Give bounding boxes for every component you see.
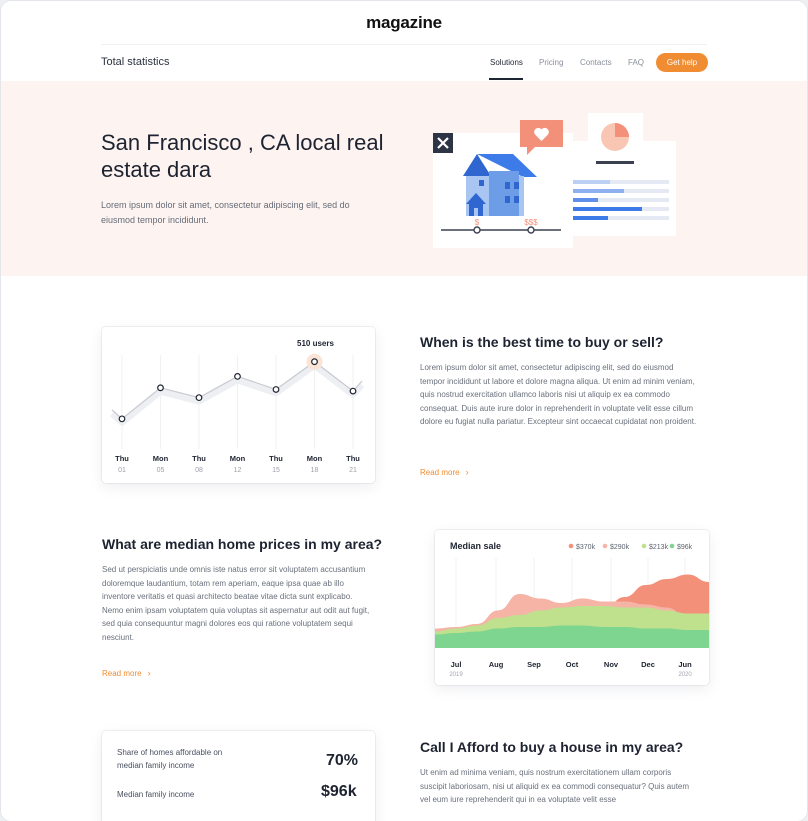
hero-title: San Francisco , CA local real estate dar… (101, 130, 384, 182)
buy-sell-read-more-link[interactable]: Read more › (420, 467, 469, 477)
data-point[interactable] (349, 387, 357, 395)
x-tick-day: Thu (269, 454, 283, 463)
chevron-right-icon: › (147, 668, 151, 678)
data-point[interactable] (234, 373, 241, 380)
x-tick-month: Sep (527, 660, 541, 669)
nav-link-faq[interactable]: FAQ (628, 58, 644, 67)
stat-label-affordable-share: Share of homes affordable on median fami… (117, 748, 223, 770)
x-tick-day: Thu (346, 454, 360, 463)
nav-page-title: Total statistics (101, 56, 170, 68)
x-tick-date: 21 (349, 467, 357, 474)
x-tick-day: Mon (307, 454, 323, 463)
legend-swatch (568, 543, 574, 549)
brand-logo[interactable]: magazine (1, 13, 807, 33)
x-tick-day: Thu (115, 454, 129, 463)
price-slider-handle-low (473, 226, 481, 234)
legend-swatch (602, 543, 608, 549)
legend-label: $213k (649, 544, 669, 551)
x-tick-day: Mon (230, 454, 246, 463)
x-tick-date: 01 (118, 467, 126, 474)
x-tick-date: 18 (311, 467, 319, 474)
section-afford-title: Call I Afford to buy a house in my area? (420, 739, 684, 755)
nav-link-pricing[interactable]: Pricing (539, 58, 563, 67)
nav-link-contacts[interactable]: Contacts (580, 58, 612, 67)
x-tick-date: 15 (272, 467, 280, 474)
x-tick-date: 08 (195, 467, 203, 474)
section-buy-sell-body: Lorem ipsum dolor sit amet, consectetur … (420, 363, 697, 427)
page: magazine Total statistics Solutions Pric… (1, 1, 807, 821)
read-more-label: Read more (420, 468, 460, 477)
section-median-prices-title: What are median home prices in my area? (102, 536, 383, 552)
chart-title: Median sale (450, 541, 501, 551)
hero-subtitle: Lorem ipsum dolor sit amet, consectetur … (101, 200, 350, 225)
x-tick-month: Dec (641, 660, 655, 669)
median-sale-chart-card: Median sale $370k $290k $213k $96k Jul Aug Se… (435, 530, 709, 685)
data-point[interactable] (118, 415, 126, 423)
legend-label: $96k (677, 544, 693, 551)
nav-link-solutions[interactable]: Solutions (490, 58, 523, 67)
x-tick-month: Oct (566, 660, 579, 669)
price-low-label: $ (475, 218, 480, 227)
stat-value-median-income: $96k (321, 783, 357, 800)
x-tick-month: Nov (604, 660, 619, 669)
users-line-chart: Thu 01 Mon 05 Thu 08 Mon 12 Thu 15 Mon 18 Thu 21 510 … (109, 339, 365, 474)
get-help-button[interactable]: Get help (656, 53, 708, 72)
data-point[interactable] (157, 384, 164, 392)
users-chart-card: Thu 01 Mon 05 Thu 08 Mon 12 Thu 15 Mon 18 Thu 21 510 … (102, 327, 375, 483)
affordability-stats-card (102, 731, 375, 821)
x-tick-month: Jul (451, 660, 462, 669)
price-high-label: $$$ (524, 218, 538, 227)
x-tick-day: Mon (153, 454, 169, 463)
x-tick-date: 05 (157, 467, 165, 474)
section-buy-sell-title: When is the best time to buy or sell? (420, 334, 664, 350)
x-tick-day: Thu (192, 454, 206, 463)
data-point[interactable] (311, 358, 318, 366)
legend-label: $370k (576, 544, 596, 551)
read-more-label: Read more (102, 669, 142, 678)
data-point[interactable] (195, 394, 203, 402)
x-tick-year: 2019 (449, 672, 463, 678)
chevron-right-icon: › (465, 467, 469, 477)
data-point[interactable] (272, 386, 280, 393)
users-callout: 510 users (297, 339, 334, 348)
x-tick-date: 12 (234, 467, 242, 474)
median-sale-area-chart: Median sale $370k $290k $213k $96k Jul Aug Se… (435, 541, 709, 678)
legend-swatch (641, 543, 647, 549)
price-slider-handle-high (527, 226, 535, 234)
legend-swatch (669, 543, 675, 549)
median-prices-read-more-link[interactable]: Read more › (102, 668, 151, 678)
hero-illustration: $ $$$ (433, 113, 676, 248)
header-divider (101, 44, 707, 45)
x-tick-year: 2020 (678, 672, 692, 678)
nav-active-underline (489, 78, 523, 80)
section-median-prices-body: Sed ut perspiciatis unde omnis iste natu… (102, 565, 370, 642)
stat-value-affordable-share: 70% (326, 752, 359, 769)
x-tick-month: Jun (678, 660, 692, 669)
pie-caption-bar (596, 161, 634, 164)
legend-label: $290k (610, 544, 630, 551)
section-afford-body: Ut enim ad minima veniam, quis nostrum e… (420, 768, 690, 805)
x-tick-month: Aug (489, 660, 504, 669)
